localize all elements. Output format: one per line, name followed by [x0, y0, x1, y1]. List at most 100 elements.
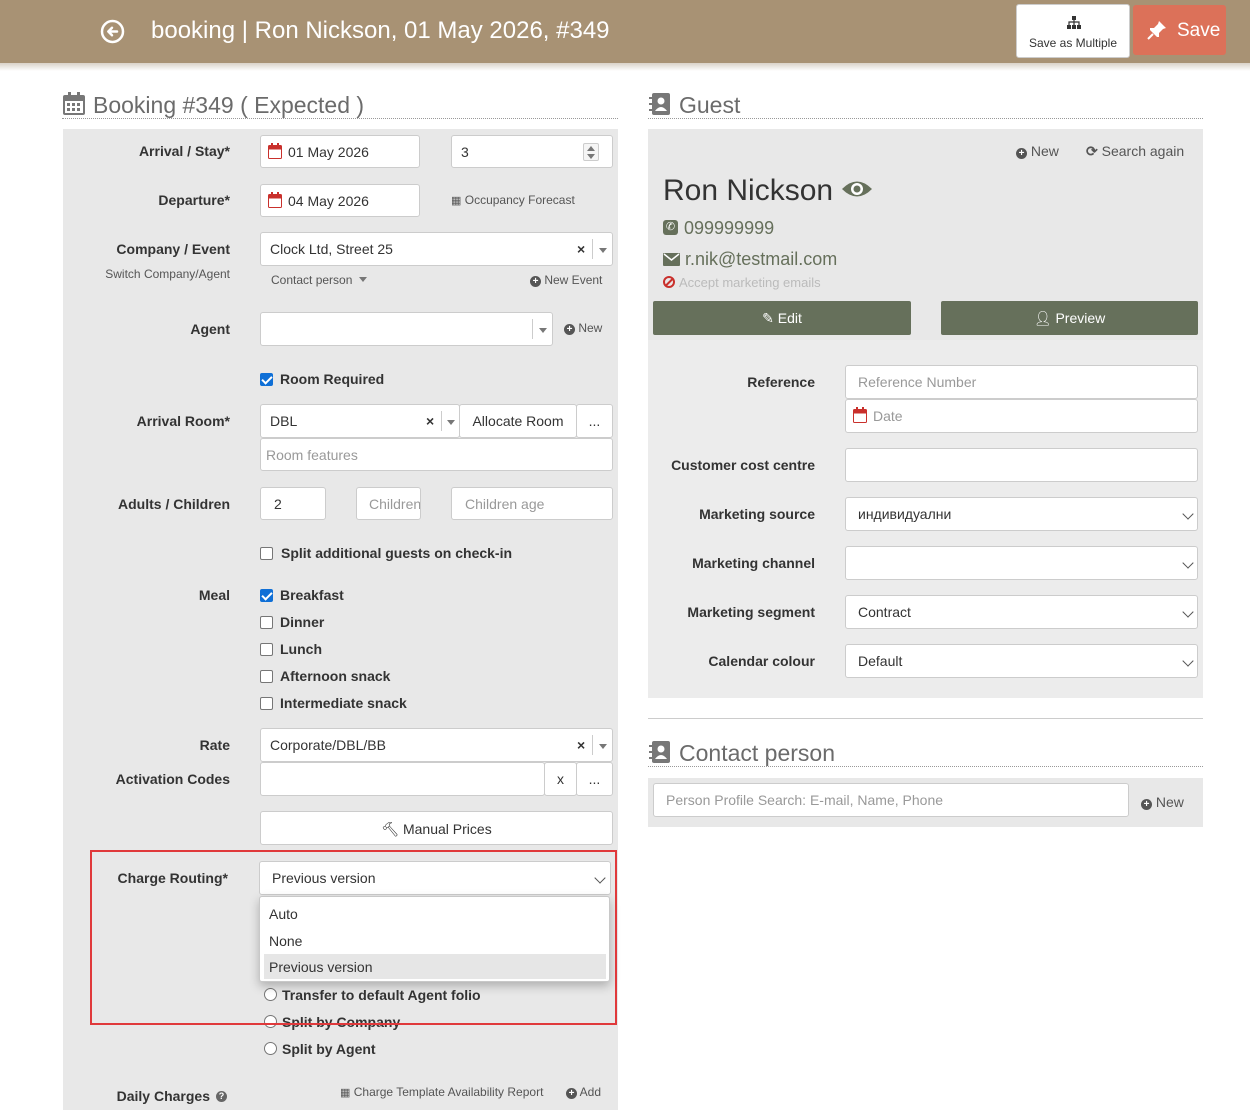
search-again-label: Search again: [1101, 143, 1185, 159]
edit-label: Edit: [777, 310, 802, 326]
number-spinner[interactable]: [583, 143, 599, 161]
routing-split-agent-radio[interactable]: [264, 1042, 277, 1055]
save-button[interactable]: Save: [1133, 5, 1226, 55]
marketing-note: Accept marketing emails: [679, 275, 821, 290]
chevron-down-icon[interactable]: [447, 420, 455, 425]
meal-afternoon-snack-checkbox[interactable]: [260, 670, 273, 683]
split-guests-label: Split additional guests on check-in: [281, 545, 513, 561]
help-icon[interactable]: ?: [216, 1091, 227, 1102]
section-divider: [648, 718, 1203, 719]
new-event-link[interactable]: + New Event: [530, 273, 602, 287]
edit-guest-button[interactable]: ✎ Edit: [653, 301, 911, 335]
contact-person-dropdown[interactable]: Contact person: [271, 273, 367, 287]
chevron-down-icon[interactable]: [1182, 508, 1194, 520]
reference-date-input[interactable]: Date: [845, 399, 1198, 433]
room-clear-icon[interactable]: ×: [426, 413, 434, 429]
contact-heading-rule: [648, 766, 1203, 767]
chevron-down-icon[interactable]: [539, 328, 547, 333]
allocate-room-button[interactable]: Allocate Room: [459, 404, 577, 438]
calendar-icon: [268, 143, 282, 159]
cost-centre-input[interactable]: [845, 448, 1198, 482]
contact-new-link[interactable]: + New: [1141, 794, 1184, 810]
meal-dinner-checkbox[interactable]: [260, 616, 273, 629]
agent-new-link[interactable]: + New: [564, 321, 602, 335]
preview-guest-button[interactable]: 👤︎ Preview: [941, 301, 1198, 335]
plus-circle-icon: +: [530, 276, 541, 287]
marketing-source-select[interactable]: индивидуални: [845, 497, 1198, 531]
manual-prices-button[interactable]: 🔨︎ Manual Prices: [260, 811, 613, 845]
arrival-date-value: 01 May 2026: [288, 144, 369, 160]
manual-prices-label: Manual Prices: [402, 821, 492, 837]
eye-icon[interactable]: [841, 178, 873, 205]
company-event-label: Company / Event: [116, 241, 230, 257]
reference-label: Reference: [747, 374, 815, 390]
activation-more-button[interactable]: ...: [576, 762, 613, 796]
contact-person-label: Contact person: [271, 273, 353, 287]
person-profile-search-input[interactable]: Person Profile Search: E-mail, Name, Pho…: [653, 783, 1129, 817]
activation-codes-input[interactable]: [260, 762, 545, 796]
chevron-down-icon[interactable]: [599, 248, 607, 253]
pin-icon: [1147, 21, 1166, 40]
meal-afternoon-snack-label: Afternoon snack: [280, 668, 391, 684]
rate-clear-icon[interactable]: ×: [577, 737, 585, 753]
meal-dinner-label: Dinner: [280, 614, 325, 630]
routing-split-agent-label: Split by Agent: [282, 1041, 376, 1057]
calendar-icon: [268, 192, 282, 208]
booking-heading: Booking #349 ( Expected ): [93, 92, 365, 118]
calendar-colour-label: Calendar colour: [708, 653, 815, 669]
chevron-down-icon[interactable]: [599, 744, 607, 749]
company-select[interactable]: Clock Ltd, Street 25 ×: [260, 232, 613, 266]
marketing-channel-select[interactable]: [845, 546, 1198, 580]
plus-circle-icon: +: [1016, 148, 1027, 159]
adults-input[interactable]: 2: [260, 487, 326, 520]
arrival-date-input[interactable]: 01 May 2026: [260, 135, 420, 168]
search-again-link[interactable]: ⟳ Search again: [1086, 143, 1184, 160]
forecast-calendar-icon: ▦: [451, 195, 462, 207]
page-title: booking | Ron Nickson, 01 May 2026, #349: [151, 17, 610, 44]
contact-card-icon: [649, 92, 671, 121]
meal-intermediate-snack-checkbox[interactable]: [260, 697, 273, 710]
occupancy-forecast-link[interactable]: ▦ Occupancy Forecast: [451, 193, 575, 207]
new-event-label: New Event: [544, 273, 603, 287]
activation-clear-button[interactable]: x: [544, 762, 577, 796]
meal-breakfast-checkbox[interactable]: [260, 589, 273, 602]
arrival-room-select[interactable]: DBL ×: [260, 404, 460, 438]
add-daily-charge-link[interactable]: + Add: [566, 1085, 601, 1099]
contact-person-heading: Contact person: [679, 740, 835, 766]
departure-date-input[interactable]: 04 May 2026: [260, 184, 420, 217]
room-required-checkbox[interactable]: [260, 373, 273, 386]
rate-select[interactable]: Corporate/DBL/BB ×: [260, 728, 613, 762]
calendar-colour-select[interactable]: Default: [845, 644, 1198, 678]
date-placeholder: Date: [873, 408, 903, 424]
split-guests-checkbox[interactable]: [260, 547, 273, 560]
room-features-input[interactable]: Room features: [260, 438, 613, 471]
stay-nights-input[interactable]: 3: [451, 135, 613, 168]
agent-select[interactable]: [260, 312, 553, 346]
charge-template-report-link[interactable]: ▦ Charge Template Availability Report: [340, 1085, 543, 1099]
chevron-down-icon[interactable]: [1182, 655, 1194, 667]
children-input[interactable]: Children: [356, 487, 421, 520]
guest-new-link[interactable]: + New: [1016, 143, 1059, 159]
gavel-icon: 🔨︎: [381, 821, 400, 837]
chevron-down-icon[interactable]: [1182, 606, 1194, 618]
back-icon[interactable]: [100, 19, 125, 44]
activation-codes-label: Activation Codes: [115, 771, 230, 787]
children-placeholder: Children: [369, 496, 421, 512]
save-label: Save: [1177, 20, 1221, 41]
company-clear-icon[interactable]: ×: [577, 241, 585, 257]
meal-lunch-checkbox[interactable]: [260, 643, 273, 656]
departure-date-value: 04 May 2026: [288, 193, 369, 209]
children-age-input[interactable]: Children age: [451, 487, 613, 520]
guest-email[interactable]: r.nik@testmail.com: [685, 249, 837, 270]
chevron-down-icon[interactable]: [1182, 557, 1194, 569]
guest-phone[interactable]: 099999999: [684, 218, 774, 239]
marketing-source-label: Marketing source: [699, 506, 815, 522]
marketing-segment-select[interactable]: Contract: [845, 595, 1198, 629]
guest-heading: Guest: [679, 92, 741, 118]
save-as-multiple-button[interactable]: Save as Multiple: [1016, 4, 1130, 58]
room-more-button[interactable]: ...: [576, 404, 613, 438]
reference-number-input[interactable]: Reference Number: [845, 365, 1198, 399]
guest-name: Ron Nickson: [663, 174, 834, 207]
select-separator: [592, 239, 593, 259]
switch-company-agent-link[interactable]: Switch Company/Agent: [60, 267, 230, 281]
